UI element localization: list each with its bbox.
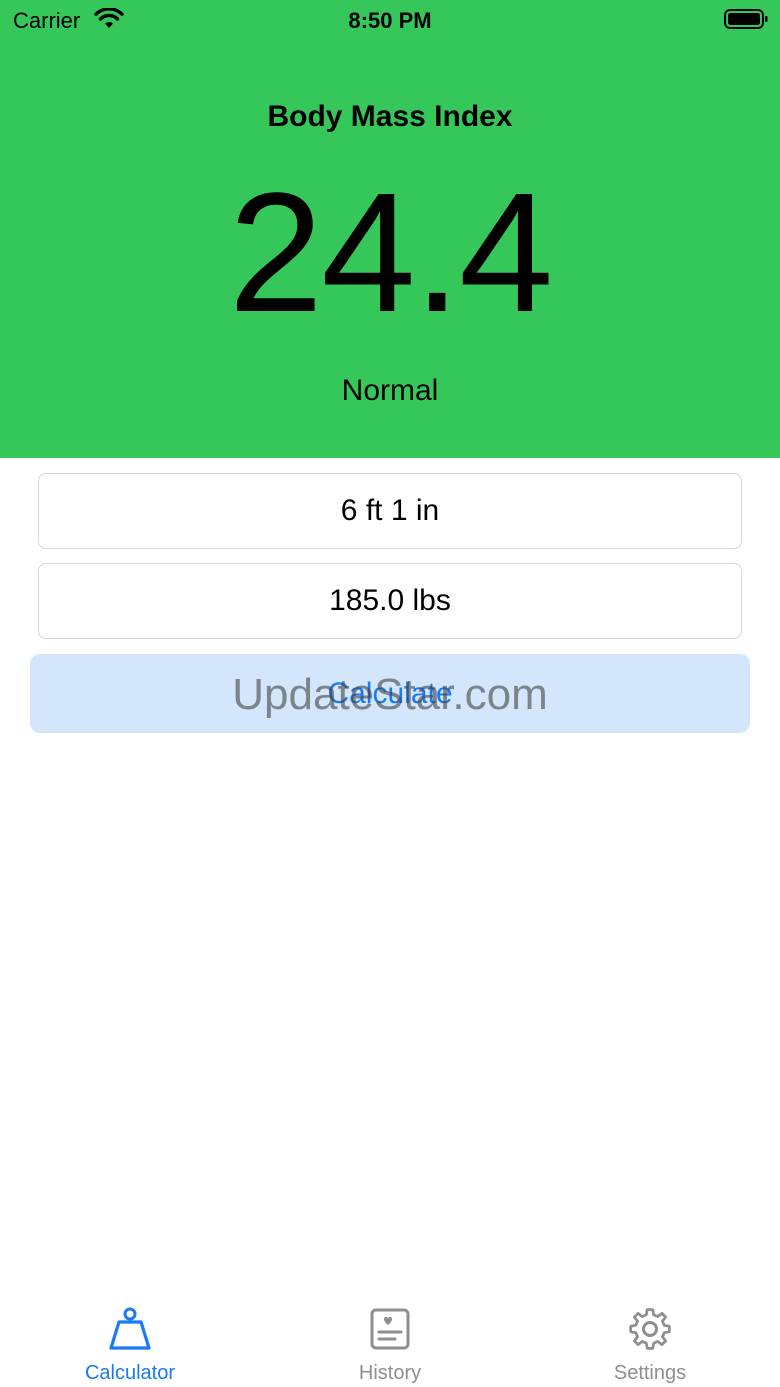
battery-icon — [724, 9, 768, 29]
bmi-calculator-screen: Carrier 8:50 PM Body Mass Index 24.4 Nor… — [0, 0, 780, 1387]
weight-field[interactable]: 185.0 lbs — [38, 563, 742, 639]
tab-calculator-label: Calculator — [84, 1362, 176, 1384]
result-header: Carrier 8:50 PM Body Mass Index 24.4 Nor… — [0, 0, 780, 458]
tab-calculator[interactable]: Calculator — [0, 1290, 260, 1387]
height-field[interactable]: 6 ft 1 in — [38, 473, 742, 549]
tab-bar: Calculator History Settings — [0, 1290, 780, 1387]
history-card-icon — [370, 1308, 410, 1350]
scale-weight-icon — [109, 1307, 151, 1350]
gear-icon — [629, 1308, 671, 1350]
tab-history-label: History — [358, 1362, 422, 1384]
tab-settings-label: Settings — [613, 1362, 687, 1384]
bmi-value: 24.4 — [228, 158, 554, 348]
tab-settings[interactable]: Settings — [520, 1290, 780, 1387]
status-time: 8:50 PM — [348, 8, 432, 33]
tab-history[interactable]: History — [260, 1290, 520, 1387]
bmi-category: Normal — [341, 374, 439, 407]
calculate-button[interactable]: Calculate — [30, 654, 750, 733]
bmi-title: Body Mass Index — [267, 100, 513, 133]
status-bar: Carrier 8:50 PM — [0, 0, 780, 40]
